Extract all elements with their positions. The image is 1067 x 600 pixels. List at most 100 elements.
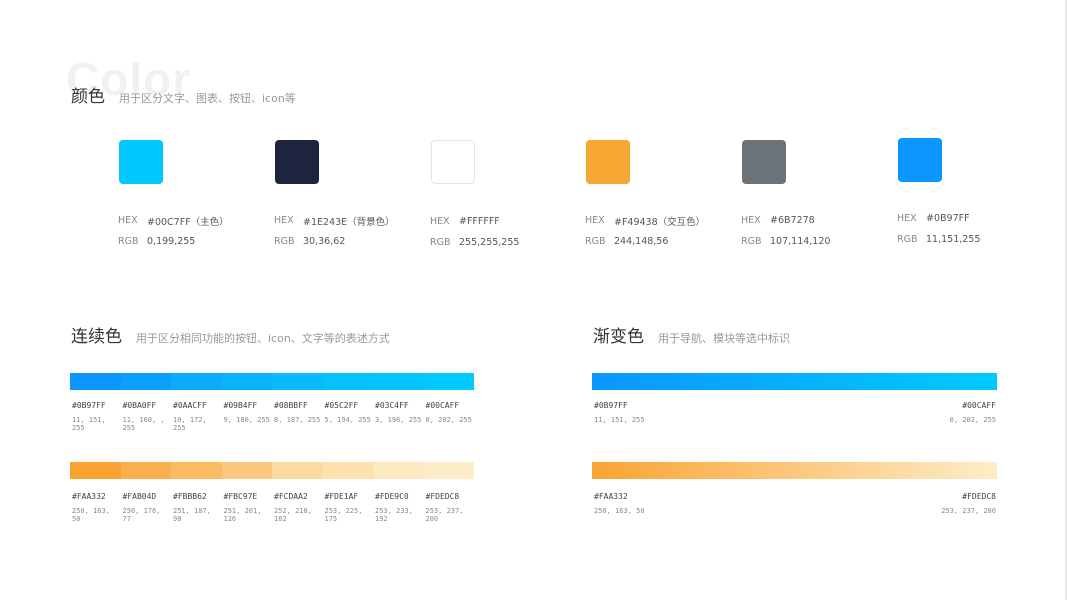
color-swatch <box>742 140 786 184</box>
rgb-value: 250, 176, 77 <box>122 507 161 523</box>
rgb-label: RGB <box>274 236 295 247</box>
swatch-card: HEX #0B97FF RGB 11,151,255 <box>897 138 1037 250</box>
hex-value: #FDE9C0 <box>375 492 409 501</box>
hex-value: #0AACFF <box>173 401 207 410</box>
rgb-value: 0,199,255 <box>147 236 196 247</box>
gradient-section-header: 渐变色 用于导航、模块等选中标识 <box>593 322 790 347</box>
blue-scale-bar <box>70 373 474 390</box>
color-swatch <box>119 140 163 184</box>
swatch-card: HEX #F49438（交互色） RGB 244,148,56 <box>585 140 725 252</box>
orange-scale-segment <box>221 462 272 479</box>
blue-scale-segment <box>70 373 121 390</box>
hex-value: #0B97FF <box>594 401 628 410</box>
blue-scale-label: #09B4FF 9, 180, 255 <box>224 401 275 432</box>
color-section-title: 颜色 <box>71 87 105 107</box>
orange-scale-label: #FAB04D 250, 176, 77 <box>123 492 174 523</box>
blue-scale-segment <box>171 373 222 390</box>
blue-scale-label: #00CAFF 0, 202, 255 <box>426 401 477 432</box>
rgb-value: 0, 202, 255 <box>949 416 996 424</box>
color-swatch <box>431 140 475 184</box>
hex-value: #F49438（交互色） <box>614 216 706 228</box>
swatch-card: HEX #00C7FF（主色） RGB 0,199,255 <box>118 140 258 252</box>
hex-value: #FDEDC8 <box>425 492 460 501</box>
rgb-value: 11,151,255 <box>926 234 981 245</box>
rgb-value: 30,36,62 <box>303 236 346 247</box>
orange-scale-segment <box>272 462 323 479</box>
orange-scale-label: #FCDAA2 252, 218, 162 <box>274 492 325 523</box>
swatch-card: HEX #1E243E（背景色） RGB 30,36,62 <box>274 140 414 252</box>
rgb-value: 251, 187, 98 <box>173 507 211 523</box>
hex-value: #0B97FF <box>72 401 106 410</box>
hex-label: HEX <box>430 216 450 227</box>
rgb-value: 9, 180, 255 <box>223 416 270 424</box>
blue-scale-segment <box>221 373 272 390</box>
rgb-value: 11, 160, , 255 <box>122 416 165 432</box>
orange-scale-label: #FDEDC8 253, 237, 200 <box>426 492 477 523</box>
hex-value: #00CAFF <box>962 401 996 410</box>
hex-label: HEX <box>585 215 605 226</box>
color-section-subtitle: 用于区分文字、图表、按钮、icon等 <box>119 92 296 105</box>
gradient-section-subtitle: 用于导航、模块等选中标识 <box>658 332 790 345</box>
orange-gradient-bar <box>592 462 997 479</box>
rgb-value: 253, 233, 192 <box>375 507 413 523</box>
color-swatch <box>275 140 319 184</box>
rgb-value: 253, 237, 200 <box>425 507 464 523</box>
blue-scale-segment <box>272 373 323 390</box>
rgb-label: RGB <box>741 236 762 247</box>
hex-value: #FAA332 <box>594 492 628 501</box>
blue-scale-segment <box>322 373 373 390</box>
blue-scale-label: #03C4FF 3, 196, 255 <box>375 401 426 432</box>
rgb-value: 251, 201, 126 <box>223 507 262 523</box>
hex-value: #00C7FF（主色） <box>147 216 229 228</box>
orange-scale-segment <box>120 462 171 479</box>
blue-scale-labels: #0B97FF 11, 151, 255 #0BA0FF 11, 160, , 255… <box>72 401 476 432</box>
hex-label: HEX <box>118 215 138 226</box>
swatch-card: HEX #FFFFFF RGB 255,255,255 <box>430 140 570 253</box>
hex-value: #05C2FF <box>324 401 359 410</box>
orange-gradient-end-label: #FDEDC8 253, 237, 200 <box>941 492 996 515</box>
rgb-value: 244,148,56 <box>614 236 669 247</box>
blue-gradient-start-label: #0B97FF 11, 151, 255 <box>594 401 645 424</box>
blue-scale-label: #08BBFF 8, 187, 255 <box>274 401 325 432</box>
continuous-section-subtitle: 用于区分相同功能的按钮、icon、文字等的表述方式 <box>136 332 390 345</box>
blue-scale-segment <box>373 373 424 390</box>
blue-scale-label: #05C2FF 5, 194, 255 <box>325 401 376 432</box>
orange-scale-segment <box>70 462 121 479</box>
hex-value: #0B97FF <box>926 213 970 224</box>
orange-scale-segment <box>171 462 222 479</box>
blue-scale-label: #0AACFF 10, 172, 255 <box>173 401 224 432</box>
rgb-value: 11, 151, 255 <box>594 416 645 424</box>
orange-scale-bar <box>70 462 474 479</box>
rgb-label: RGB <box>585 236 606 247</box>
rgb-value: 11, 151, 255 <box>72 416 106 432</box>
hex-value: #FCDAA2 <box>274 492 308 501</box>
rgb-value: 255,255,255 <box>459 237 520 248</box>
hex-value: #FFFFFF <box>459 216 500 227</box>
rgb-value: 250, 163, 50 <box>594 507 645 515</box>
color-section-header: 颜色 用于区分文字、图表、按钮、icon等 <box>71 82 296 107</box>
rgb-value: 10, 172, 255 <box>173 416 207 432</box>
rgb-value: 253, 237, 200 <box>941 507 996 515</box>
blue-scale-label: #0B97FF 11, 151, 255 <box>72 401 123 432</box>
color-swatch <box>586 140 630 184</box>
hex-value: #FDEDC8 <box>962 492 996 501</box>
blue-scale-segment <box>423 373 474 390</box>
hex-value: #08BBFF <box>274 401 308 410</box>
blue-gradient-end-label: #00CAFF 0, 202, 255 <box>950 401 996 424</box>
orange-scale-labels: #FAA332 250, 163, 50 #FAB04D 250, 176, 77 #F… <box>72 492 476 523</box>
rgb-value: 5, 194, 255 <box>324 416 371 424</box>
continuous-section-title: 连续色 <box>71 327 122 347</box>
hex-value: #1E243E（背景色） <box>303 216 395 228</box>
hex-value: #0BA0FF <box>122 401 157 410</box>
blue-scale-label: #0BA0FF 11, 160, , 255 <box>123 401 174 432</box>
hex-value: #03C4FF <box>375 401 409 410</box>
rgb-value: 107,114,120 <box>770 236 831 247</box>
hex-label: HEX <box>897 213 917 224</box>
hex-value: #FAA332 <box>72 492 106 501</box>
hex-value: #FBBB62 <box>173 492 207 501</box>
hex-value: #09B4FF <box>223 401 258 410</box>
orange-gradient-start-label: #FAA332 250, 163, 50 <box>594 492 645 515</box>
rgb-value: 250, 163, 50 <box>72 507 110 523</box>
orange-scale-segment <box>322 462 373 479</box>
orange-scale-label: #FBC97E 251, 201, 126 <box>224 492 275 523</box>
